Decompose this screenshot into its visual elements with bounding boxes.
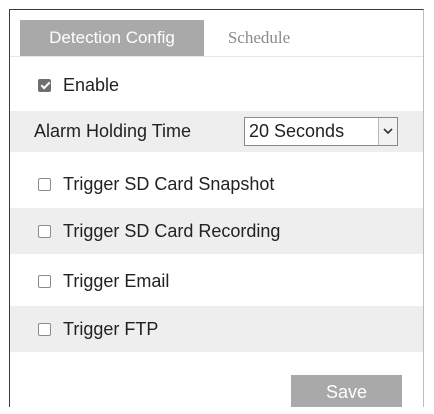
- trigger-sd-snapshot-label: Trigger SD Card Snapshot: [63, 173, 275, 194]
- trigger-sd-recording-row: Trigger SD Card Recording: [10, 208, 423, 254]
- detection-settings-panel: Detection Config Schedule Enable Alarm H…: [9, 9, 424, 407]
- trigger-email-label: Trigger Email: [63, 270, 170, 291]
- trigger-sd-snapshot-checkbox[interactable]: [38, 177, 51, 191]
- trigger-sd-recording-checkbox[interactable]: [38, 224, 51, 238]
- trigger-ftp-checkbox[interactable]: [38, 322, 51, 336]
- trigger-sd-recording-label: Trigger SD Card Recording: [63, 220, 281, 241]
- alarm-holding-time-value: 20 Seconds: [249, 121, 345, 141]
- save-button[interactable]: Save: [291, 375, 402, 407]
- alarm-holding-time-select[interactable]: 20 Seconds: [244, 117, 398, 146]
- trigger-email-checkbox[interactable]: [38, 274, 51, 288]
- enable-label: Enable: [63, 74, 120, 95]
- alarm-holding-time-row: Alarm Holding Time 20 Seconds: [10, 111, 423, 152]
- trigger-email-row: Trigger Email: [10, 259, 423, 303]
- tab-schedule[interactable]: Schedule: [204, 20, 314, 56]
- tab-bar: Detection Config Schedule: [10, 10, 423, 57]
- trigger-ftp-label: Trigger FTP: [63, 318, 159, 339]
- alarm-holding-time-label: Alarm Holding Time: [34, 121, 192, 141]
- enable-checkbox[interactable]: [38, 78, 51, 92]
- enable-row: Enable: [10, 63, 423, 107]
- tab-detection-config[interactable]: Detection Config: [20, 20, 204, 56]
- chevron-down-icon[interactable]: [378, 118, 397, 145]
- trigger-sd-snapshot-row: Trigger SD Card Snapshot: [10, 162, 423, 206]
- trigger-ftp-row: Trigger FTP: [10, 306, 423, 352]
